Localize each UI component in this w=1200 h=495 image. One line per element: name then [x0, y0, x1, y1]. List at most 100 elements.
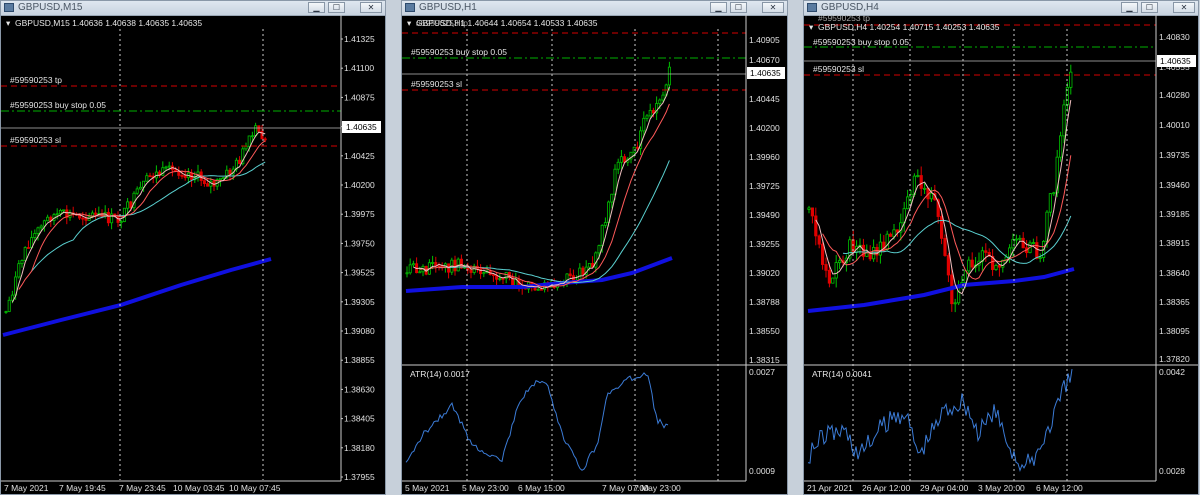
candle-body [94, 212, 98, 215]
candle-body [619, 156, 623, 163]
time-tick-label: 26 Apr 12:00 [862, 483, 910, 493]
minimize-button[interactable]: ▁ [308, 2, 325, 13]
price-tick-label: 1.40875 [344, 92, 375, 102]
price-tick-label: 1.38095 [1159, 326, 1190, 336]
price-tick-label: 1.40200 [344, 180, 375, 190]
candle-body [814, 215, 818, 237]
chart-area[interactable]: #59590253 buy stop 0.05 #59590253 sl ▾ #… [402, 15, 787, 494]
chart-window-h1[interactable]: GBPUSD,H1 ▁ ☐ ✕ #59590253 buy stop 0.05 … [401, 0, 788, 495]
window-titlebar[interactable]: GBPUSD,H4 ▁ ☐ ✕ [804, 1, 1198, 16]
price-tick-label: 1.40200 [749, 123, 780, 133]
candle-body [206, 183, 210, 187]
candle-body [148, 175, 152, 178]
chart-area[interactable]: #59590253 buy stop 0.05 #59590253 sl ▾ #… [804, 15, 1198, 494]
maximize-button[interactable]: ☐ [328, 2, 345, 13]
price-tick-label: 1.38855 [344, 355, 375, 365]
moving-average-fast-line [815, 100, 1072, 295]
candle-body [539, 288, 543, 291]
time-tick-label: 3 May 20:00 [978, 483, 1025, 493]
take-profit-label: #59590253 tp [10, 75, 62, 85]
candle-body [228, 169, 232, 175]
close-button[interactable]: ✕ [1173, 2, 1195, 13]
candle-body [946, 255, 950, 276]
close-button[interactable]: ✕ [360, 2, 382, 13]
window-titlebar[interactable]: GBPUSD,M15 ▁ ☐ ✕ [1, 1, 385, 16]
current-price-label: 1.40635 [750, 68, 781, 78]
moving-average-long-line [2, 257, 272, 337]
candle-body [651, 109, 655, 114]
chart-area[interactable]: #59590253 tp #59590253 buy stop 0.05 #59… [1, 15, 385, 494]
candle-body [872, 247, 876, 260]
candle-body [895, 229, 899, 233]
price-tick-label: 1.38550 [749, 326, 780, 336]
chart-window-m15[interactable]: GBPUSD,M15 ▁ ☐ ✕ #59590253 tp #59590253 … [0, 0, 386, 495]
candle-body [635, 146, 639, 149]
candle-body [817, 235, 821, 245]
price-tick-label: 1.39305 [344, 297, 375, 307]
candle-body [994, 265, 998, 270]
candle-body [138, 186, 142, 190]
time-axis: 7 May 2021 7 May 19:45 7 May 23:45 10 May 0… [4, 483, 281, 493]
stop-loss-label: #59590253 sl [813, 64, 864, 74]
candle-body [263, 138, 267, 141]
candle-body [953, 302, 957, 305]
price-axis: 1.41325 1.41100 1.40875 1.40635 1.40425 1.402… [341, 34, 375, 482]
chart-window-h4[interactable]: GBPUSD,H4 ▁ ☐ ✕ #59590253 buy stop 0.05 … [803, 0, 1199, 495]
candle-body [58, 210, 62, 215]
close-button[interactable]: ✕ [762, 2, 784, 13]
candle-body [587, 262, 591, 268]
candle-body [39, 225, 43, 229]
candle-body [482, 272, 486, 275]
candle-body [824, 264, 828, 271]
minimize-button[interactable]: ▁ [710, 2, 727, 13]
candle-body [970, 259, 974, 268]
price-tick-label: 1.39255 [749, 239, 780, 249]
price-tick-label: 1.38630 [344, 384, 375, 394]
candle-body [642, 117, 646, 132]
chart-window-icon [4, 3, 14, 12]
candle-body [984, 250, 988, 253]
candle-body [84, 217, 88, 221]
chart-header: GBPUSD,M15 1.40636 1.40638 1.40635 1.406… [15, 18, 202, 28]
time-axis: 5 May 2021 5 May 23:00 6 May 15:00 7 May 07… [405, 483, 681, 493]
window-titlebar[interactable]: GBPUSD,H1 ▁ ☐ ✕ [402, 1, 787, 16]
price-tick-label: 1.38640 [1159, 268, 1190, 278]
candle-body [929, 193, 933, 200]
atr-axis-max: 0.0027 [749, 367, 775, 377]
candle-body [600, 224, 604, 247]
candle-body [257, 125, 261, 132]
price-tick-label: 1.40670 [749, 55, 780, 65]
candle-body [62, 209, 66, 212]
maximize-button[interactable]: ☐ [730, 2, 747, 13]
price-tick-label: 1.40010 [1159, 120, 1190, 130]
price-tick-label: 1.39185 [1159, 209, 1190, 219]
candle-body [878, 241, 882, 256]
chart-window-icon [405, 3, 415, 12]
candle-body [81, 217, 85, 220]
window-title: GBPUSD,M15 [18, 2, 83, 13]
candle-body [10, 294, 14, 301]
maximize-button[interactable]: ☐ [1141, 2, 1158, 13]
price-axis: 1.408301.405551.402801.400101.397351.394… [1159, 32, 1190, 364]
atr-axis-max: 0.0042 [1159, 367, 1185, 377]
candle-body [164, 166, 168, 169]
candle-body [183, 175, 187, 179]
candle-body [33, 233, 37, 238]
candle-body [667, 66, 671, 86]
candle-body [1035, 242, 1039, 259]
price-tick-label: 1.38788 [749, 297, 780, 307]
atr-axis-min: 0.0009 [749, 466, 775, 476]
candle-body [17, 263, 21, 278]
price-tick-label: 1.38180 [344, 443, 375, 453]
current-price-label: 1.40635 [1160, 56, 1191, 66]
candle-body [1069, 71, 1073, 88]
minimize-button[interactable]: ▁ [1121, 2, 1138, 13]
atr-axis-min: 0.0028 [1159, 466, 1185, 476]
candle-body [834, 262, 838, 279]
candle-body [126, 201, 130, 209]
candle-body [810, 207, 814, 217]
candle-body [967, 259, 971, 272]
price-tick-label: 1.39490 [749, 210, 780, 220]
price-tick-label: 1.41100 [344, 63, 374, 73]
candle-body [145, 175, 149, 182]
